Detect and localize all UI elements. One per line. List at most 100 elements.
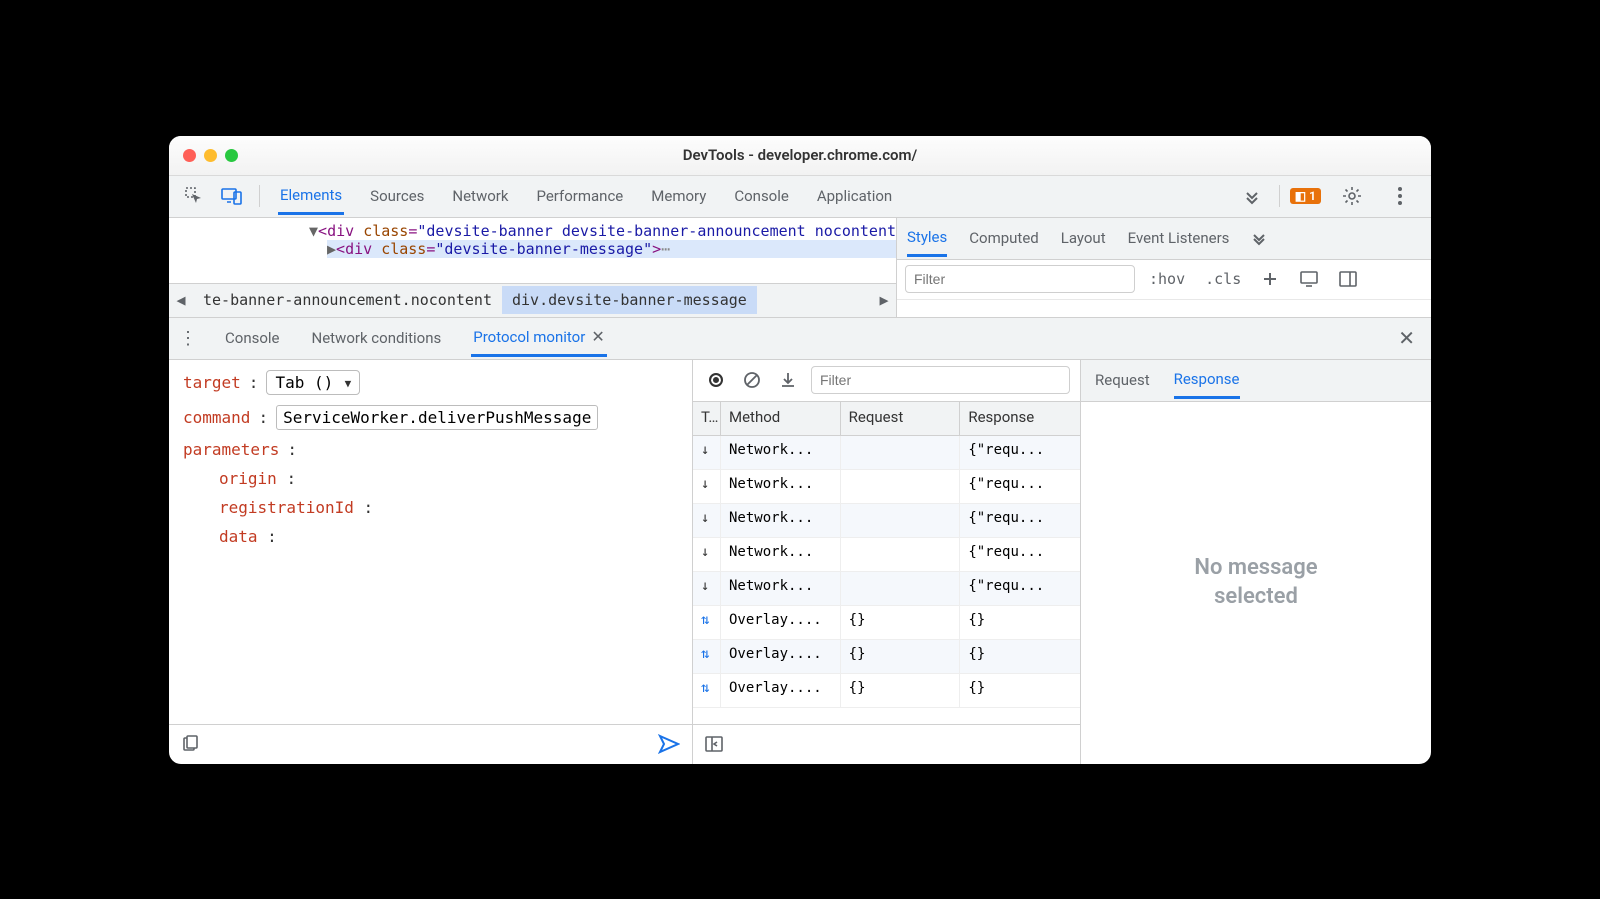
command-input[interactable]: ServiceWorker.deliverPushMessage: [276, 405, 598, 430]
table-row[interactable]: ⇅Overlay....{}{}: [693, 606, 1080, 640]
cell-method: Overlay....: [721, 606, 841, 639]
drawer-tab-protocol-monitor[interactable]: Protocol monitor✕: [471, 319, 607, 357]
param-row: origin :: [183, 469, 678, 488]
devtools-window: DevTools - developer.chrome.com/ Element…: [169, 136, 1431, 764]
detail-tab-request[interactable]: Request: [1095, 363, 1150, 397]
cell-request: {}: [841, 640, 961, 673]
cell-request: [841, 572, 961, 605]
issues-count: 1: [1309, 189, 1316, 203]
parameters-label: parameters: [183, 440, 279, 459]
main-tab-console[interactable]: Console: [732, 179, 791, 213]
styles-tab-styles[interactable]: Styles: [907, 220, 947, 257]
cell-response: {}: [960, 606, 1080, 639]
protocol-command-pane: target: Tab () command: ServiceWorker.de…: [169, 360, 693, 764]
styles-tab-layout[interactable]: Layout: [1061, 221, 1106, 255]
window-title: DevTools - developer.chrome.com/: [169, 146, 1431, 164]
col-type[interactable]: T.: [693, 402, 721, 435]
styles-more-tabs-icon[interactable]: [1251, 222, 1267, 254]
table-row[interactable]: ⇅Overlay....{}{}: [693, 674, 1080, 708]
protocol-command-form: target: Tab () command: ServiceWorker.de…: [169, 360, 692, 724]
download-icon[interactable]: [775, 367, 801, 393]
kebab-menu-icon[interactable]: [1383, 179, 1417, 213]
table-row[interactable]: ↓Network... {"requ...: [693, 572, 1080, 606]
arrow-updown-icon: ⇅: [693, 606, 721, 639]
table-row[interactable]: ↓Network...{"requ...: [693, 470, 1080, 504]
table-row[interactable]: ↓Network...{"requ...: [693, 504, 1080, 538]
drawer-close-icon[interactable]: ✕: [1388, 326, 1425, 350]
elements-panel: ▼<div class="devsite-banner devsite-bann…: [169, 218, 897, 317]
cell-response: {"requ...: [960, 436, 1080, 469]
styles-tab-computed[interactable]: Computed: [969, 221, 1039, 255]
styles-filter-input[interactable]: [905, 265, 1135, 293]
messages-table[interactable]: T. Method Request Response ↓Network...{"…: [693, 402, 1080, 724]
detail-empty-state: No messageselected: [1081, 402, 1431, 764]
cell-response: {"requ...: [960, 572, 1080, 605]
table-row[interactable]: ↓Network...{"requ...: [693, 436, 1080, 470]
cell-response: {"requ...: [960, 504, 1080, 537]
target-select[interactable]: Tab (): [266, 370, 360, 395]
arrow-down-icon: ↓: [693, 572, 721, 605]
breadcrumb: ◀ te-banner-announcement.nocontentdiv.de…: [169, 283, 896, 317]
detail-tab-response[interactable]: Response: [1174, 362, 1240, 399]
table-row[interactable]: ↓Network...{"requ...: [693, 538, 1080, 572]
col-response[interactable]: Response: [960, 402, 1080, 435]
styles-panel: Styles Computed Layout Event Listeners :hov…: [897, 218, 1431, 317]
drawer-body: target: Tab () command: ServiceWorker.de…: [169, 360, 1431, 764]
styles-tab-event-listeners[interactable]: Event Listeners: [1128, 221, 1230, 255]
breadcrumb-next-icon[interactable]: ▶: [872, 291, 896, 309]
main-tab-performance[interactable]: Performance: [534, 179, 625, 213]
cell-request: [841, 470, 961, 503]
cell-request: [841, 538, 961, 571]
settings-icon[interactable]: [1335, 179, 1369, 213]
toggle-left-sidebar-icon[interactable]: [705, 736, 723, 752]
table-header-row: T. Method Request Response: [693, 402, 1080, 436]
main-tab-sources[interactable]: Sources: [368, 179, 426, 213]
arrow-updown-icon: ⇅: [693, 640, 721, 673]
cell-request: [841, 504, 961, 537]
arrow-down-icon: ↓: [693, 504, 721, 537]
inspect-icon[interactable]: [177, 179, 211, 213]
issues-badge[interactable]: ◧ 1: [1290, 188, 1321, 204]
protocol-messages-pane: T. Method Request Response ↓Network...{"…: [693, 360, 1081, 764]
dom-tree[interactable]: ▼<div class="devsite-banner devsite-bann…: [169, 218, 896, 283]
drawer: ⋮ Console Network conditions Protocol moni…: [169, 318, 1431, 764]
param-name: registrationId: [219, 498, 354, 517]
breadcrumb-prev-icon[interactable]: ◀: [169, 291, 193, 309]
copy-icon[interactable]: [181, 735, 199, 753]
clear-icon[interactable]: [739, 367, 765, 393]
drawer-tab-network-conditions[interactable]: Network conditions: [310, 321, 444, 355]
param-name: origin: [219, 469, 277, 488]
main-tab-application[interactable]: Application: [815, 179, 894, 213]
more-tabs-icon[interactable]: [1235, 179, 1269, 213]
cell-request: {}: [841, 674, 961, 707]
messages-filter-input[interactable]: [811, 366, 1070, 394]
main-tab-elements[interactable]: Elements: [278, 178, 344, 215]
cls-button[interactable]: .cls: [1199, 270, 1247, 288]
message-detail-pane: Request Response No messageselected: [1081, 360, 1431, 764]
table-row[interactable]: ⇅Overlay....{}{}: [693, 640, 1080, 674]
main-tab-network[interactable]: Network: [450, 179, 510, 213]
cell-method: Network...: [721, 436, 841, 469]
close-tab-icon[interactable]: ✕: [591, 327, 604, 346]
cell-method: Overlay....: [721, 640, 841, 673]
col-request[interactable]: Request: [841, 402, 961, 435]
col-method[interactable]: Method: [721, 402, 841, 435]
breadcrumb-item[interactable]: te-banner-announcement.nocontent: [193, 286, 502, 314]
new-style-icon[interactable]: [1255, 270, 1285, 288]
breadcrumb-item[interactable]: div.devsite-banner-message: [502, 286, 757, 314]
upper-panels: ▼<div class="devsite-banner devsite-bann…: [169, 218, 1431, 318]
hov-button[interactable]: :hov: [1143, 270, 1191, 288]
device-mode-icon[interactable]: [1293, 270, 1325, 288]
drawer-kebab-icon[interactable]: ⋮: [175, 328, 201, 349]
toggle-sidebar-icon[interactable]: [1333, 271, 1363, 287]
drawer-tab-console[interactable]: Console: [223, 321, 282, 355]
target-label: target: [183, 373, 241, 392]
send-icon[interactable]: [658, 734, 680, 754]
cell-method: Network...: [721, 572, 841, 605]
arrow-down-icon: ↓: [693, 470, 721, 503]
main-tab-memory[interactable]: Memory: [649, 179, 708, 213]
record-icon[interactable]: [703, 367, 729, 393]
styles-toolbar: :hov .cls: [897, 260, 1431, 300]
separator: [259, 185, 260, 207]
device-toggle-icon[interactable]: [215, 179, 249, 213]
